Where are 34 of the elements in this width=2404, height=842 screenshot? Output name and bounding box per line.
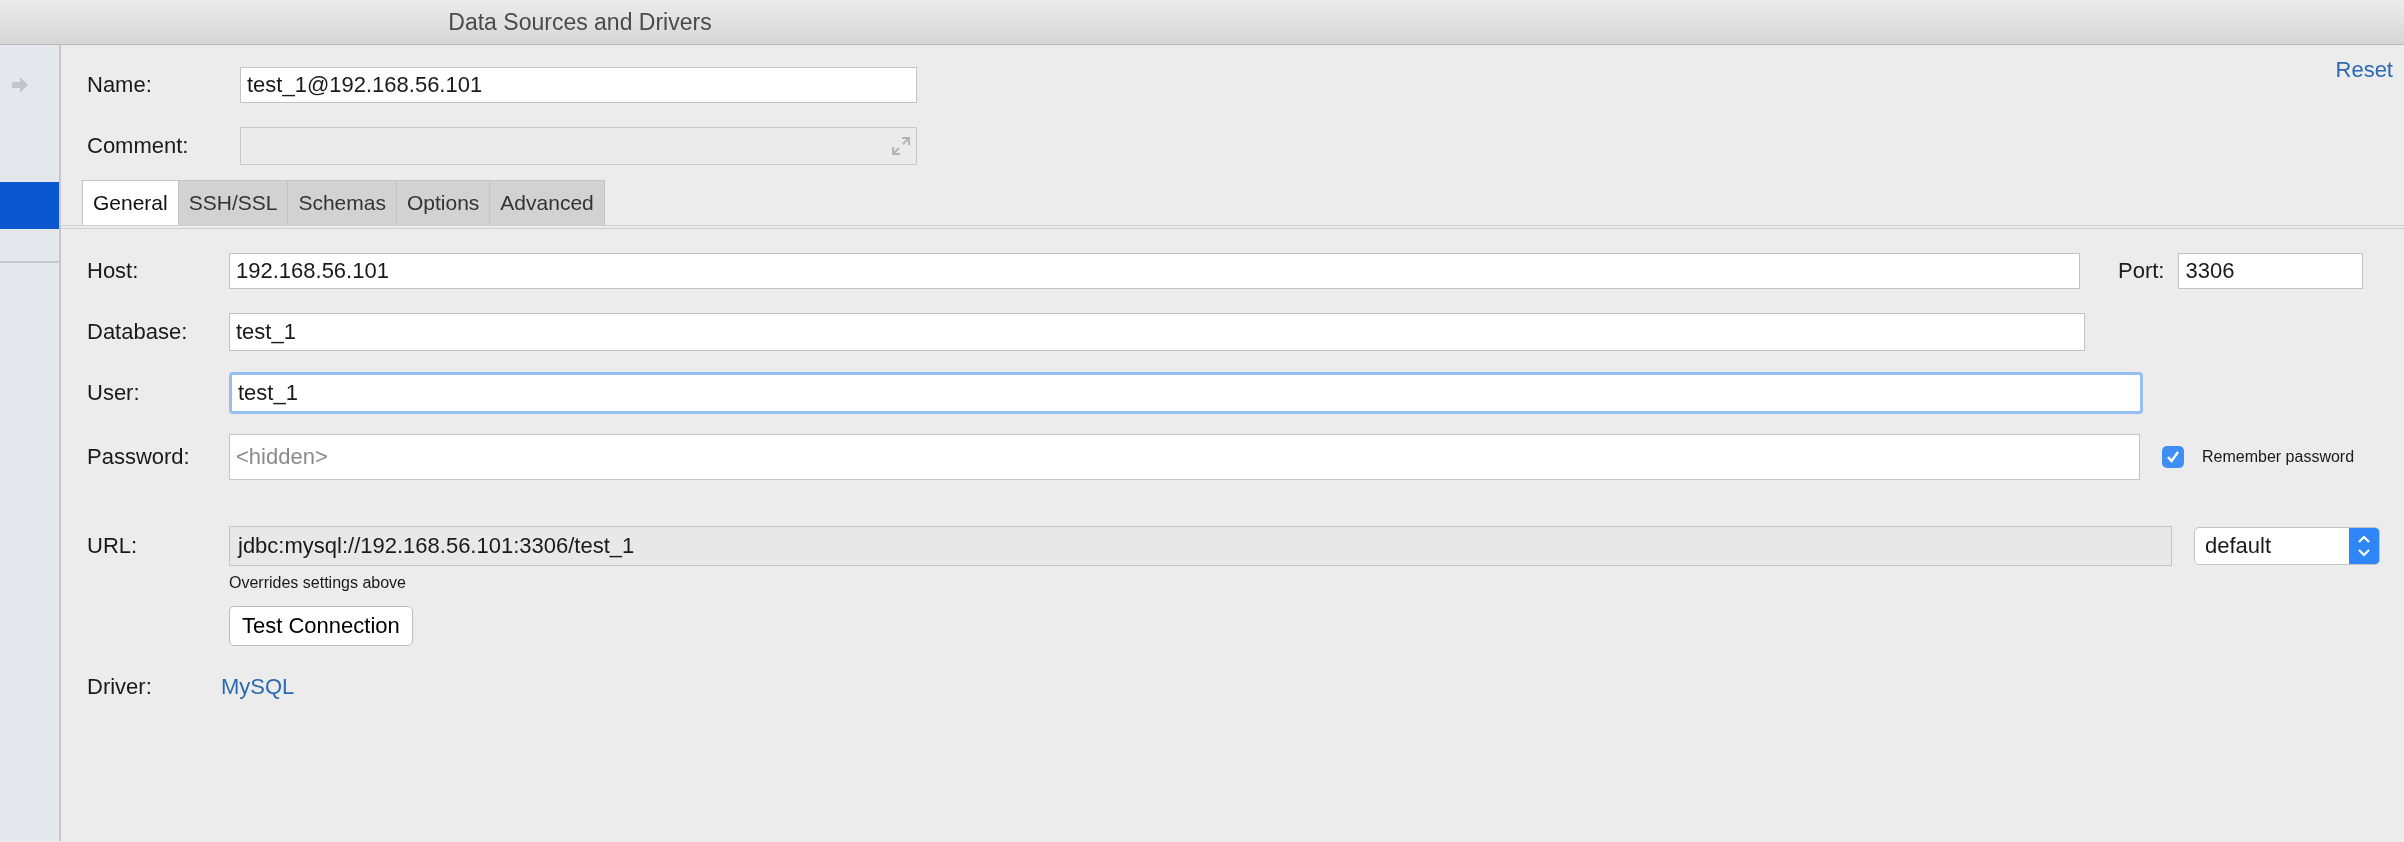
url-label: URL: <box>87 533 139 559</box>
url-mode-dropdown[interactable]: default <box>2194 527 2380 565</box>
remember-password-label: Remember password <box>2202 448 2355 466</box>
checkbox[interactable] <box>2162 446 2184 468</box>
name-field[interactable]: test_1@192.168.56.101 <box>240 67 917 103</box>
user-field[interactable]: test_1 <box>229 372 2143 414</box>
stepper-icon <box>2356 533 2372 559</box>
tab[interactable]: Advanced <box>489 180 605 225</box>
reset-link[interactable]: Reset <box>2335 57 2393 83</box>
password-label: Password: <box>87 444 191 470</box>
name-label: Name: <box>87 72 153 98</box>
comment-label: Comment: <box>87 133 190 159</box>
tab[interactable]: SSH/SSL <box>177 180 289 225</box>
host-label: Host: <box>87 258 140 284</box>
expand-icon[interactable] <box>892 137 910 155</box>
sidebar-selection[interactable] <box>0 182 59 229</box>
url-hint: Overrides settings above <box>229 574 406 592</box>
driver-label: Driver: <box>87 674 153 700</box>
test-connection-button[interactable]: Test Connection <box>229 606 413 646</box>
comment-field[interactable] <box>240 127 917 165</box>
url-field[interactable]: jdbc:mysql://192.168.56.101:3306/test_1 <box>229 526 2172 566</box>
driver-link[interactable]: MySQL <box>221 674 295 700</box>
tab[interactable]: Options <box>396 180 491 225</box>
port-label: Port: <box>2118 258 2165 284</box>
tab[interactable]: General <box>82 180 179 225</box>
arrow-icon[interactable] <box>10 75 30 95</box>
database-field[interactable]: test_1 <box>229 313 2085 351</box>
window-title: Data Sources and Drivers <box>448 8 712 36</box>
checkmark-icon <box>2165 449 2181 465</box>
user-label: User: <box>87 380 141 406</box>
port-field[interactable]: 3306 <box>2178 253 2364 289</box>
host-field[interactable]: 192.168.56.101 <box>229 253 2080 289</box>
tab[interactable]: Schemas <box>287 180 397 225</box>
database-label: Database: <box>87 319 189 345</box>
